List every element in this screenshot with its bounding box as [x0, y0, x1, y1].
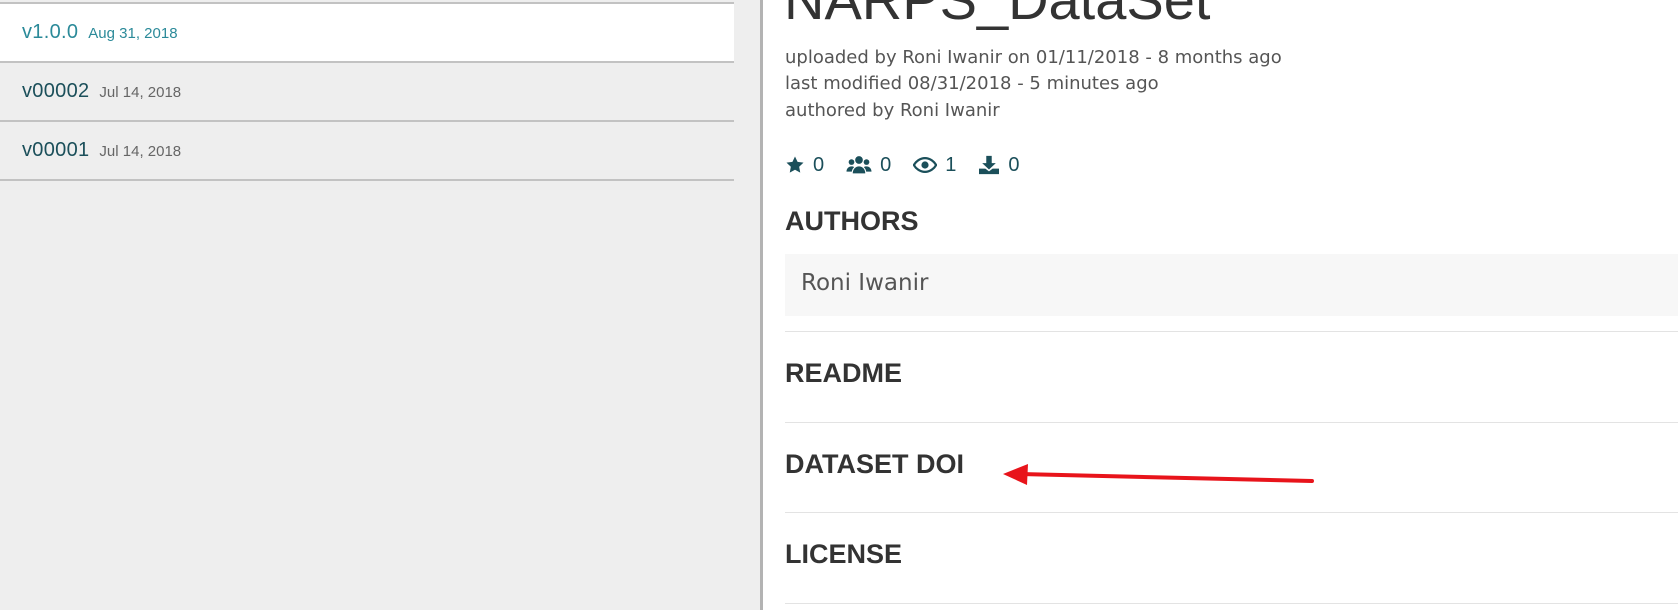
section-divider [785, 512, 1678, 513]
stars-count: 0 [813, 153, 825, 176]
version-item-v00001[interactable]: v00001 Jul 14, 2018 [0, 122, 734, 181]
uploaded-info: uploaded by Roni Iwanir on 01/11/2018 - … [785, 47, 1282, 68]
stat-views[interactable]: 1 [913, 154, 956, 177]
authors-heading: AUTHORS [785, 206, 919, 236]
version-date: Jul 14, 2018 [99, 143, 182, 160]
section-divider [785, 331, 1678, 332]
downloads-count: 0 [1008, 153, 1020, 176]
section-divider [785, 603, 1678, 604]
panel-divider[interactable] [760, 0, 763, 610]
license-heading[interactable]: LICENSE [785, 539, 902, 570]
version-list: v1.0.0 Aug 31, 2018 v00002 Jul 14, 2018 v0… [0, 0, 734, 610]
version-item-v00002[interactable]: v00002 Jul 14, 2018 [0, 63, 734, 122]
views-count: 1 [945, 153, 957, 176]
stat-stars[interactable]: 0 [785, 154, 824, 177]
version-date: Aug 31, 2018 [88, 25, 178, 42]
stat-followers[interactable]: 0 [846, 154, 891, 177]
followers-count: 0 [880, 153, 892, 176]
version-label: v00002 [22, 80, 90, 102]
users-icon [846, 156, 872, 174]
modified-info: last modified 08/31/2018 - 5 minutes ago [785, 73, 1159, 94]
dataset-title: NARPS_DataSet [784, 0, 1210, 30]
star-icon [786, 156, 804, 173]
section-divider [785, 422, 1678, 423]
panel-gutter [734, 0, 760, 610]
download-icon [979, 155, 1000, 175]
version-label: v00001 [22, 139, 90, 161]
authors-box: Roni Iwanir [785, 254, 1678, 316]
version-item-v1-0-0[interactable]: v1.0.0 Aug 31, 2018 [0, 4, 734, 63]
eye-icon [913, 157, 938, 173]
version-date: Jul 14, 2018 [99, 84, 182, 101]
dataset-stats: 0 0 1 0 [785, 152, 1042, 178]
authored-info: authored by Roni Iwanir [785, 100, 1000, 121]
version-label: v1.0.0 [22, 21, 79, 43]
doi-heading[interactable]: DATASET DOI [785, 449, 964, 480]
readme-heading[interactable]: README [785, 358, 902, 389]
stat-downloads[interactable]: 0 [978, 153, 1020, 177]
author-name: Roni Iwanir [801, 270, 929, 296]
